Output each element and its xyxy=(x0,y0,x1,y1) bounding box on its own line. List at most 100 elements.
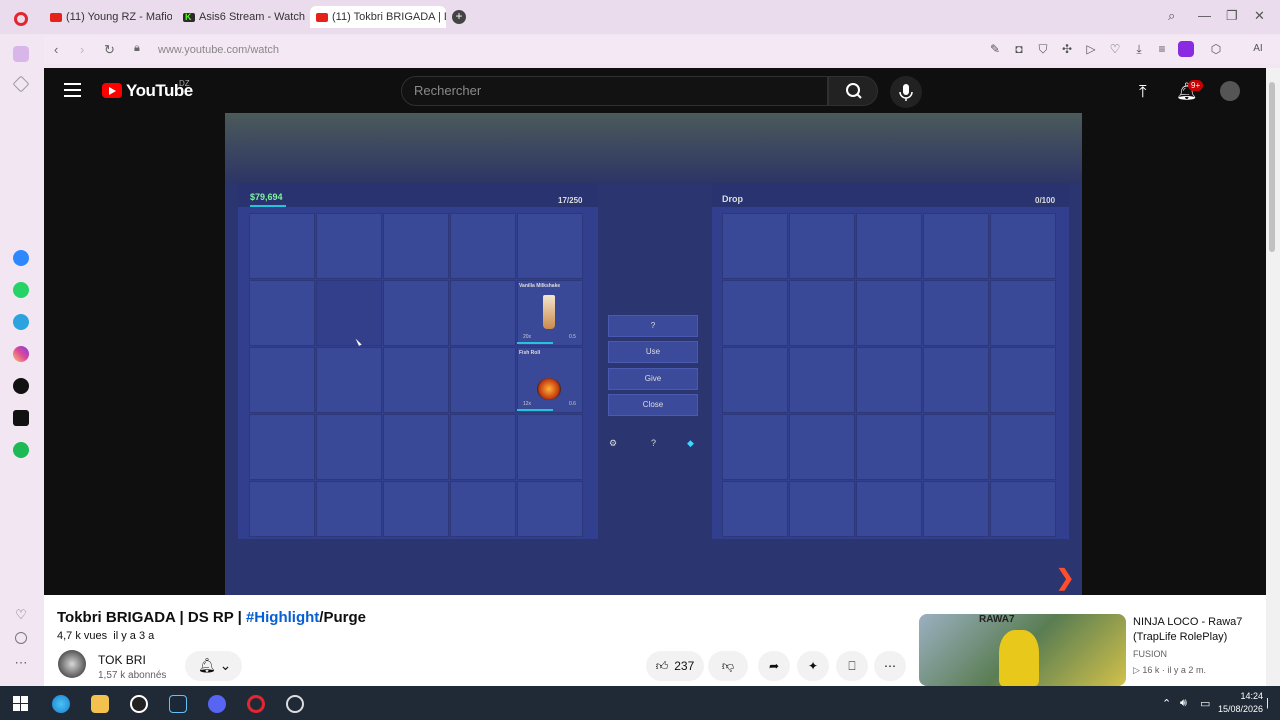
drop-slot[interactable] xyxy=(856,347,922,413)
instagram-icon[interactable] xyxy=(13,346,29,362)
drop-slot[interactable] xyxy=(990,414,1056,480)
extension-icon[interactable]: ✣ xyxy=(1060,42,1074,56)
inventory-slot[interactable] xyxy=(249,347,315,413)
scrollbar-thumb[interactable] xyxy=(1269,82,1275,252)
recommended-channel[interactable]: FUSION xyxy=(1133,649,1167,659)
tab-tokbri-brigada[interactable]: (11) Tokbri BRIGADA | DS xyxy=(310,6,446,28)
messenger-icon[interactable] xyxy=(13,250,29,266)
whatsapp-icon[interactable] xyxy=(13,282,29,298)
context-give-button[interactable]: Give xyxy=(608,368,698,390)
drop-slot[interactable] xyxy=(856,414,922,480)
spotify-icon[interactable] xyxy=(13,442,29,458)
share-button[interactable]: ➦ xyxy=(758,651,790,681)
inventory-slot[interactable] xyxy=(383,481,449,537)
drop-slot[interactable] xyxy=(789,347,855,413)
subscription-bell-button[interactable]: 🔔︎ ⌄ xyxy=(185,651,242,681)
drop-slot[interactable] xyxy=(722,213,788,279)
camera-icon[interactable]: ◘ xyxy=(1012,42,1026,56)
heart-icon[interactable]: ♡ xyxy=(13,608,29,624)
shield-icon[interactable]: ⛉ xyxy=(1036,42,1050,56)
more-actions-button[interactable]: ⋯ xyxy=(874,651,906,681)
speed-dial-icon[interactable] xyxy=(12,75,30,93)
discord-icon[interactable] xyxy=(208,695,226,713)
inventory-slot[interactable] xyxy=(316,414,382,480)
more-icon[interactable]: ⋯ xyxy=(13,656,29,672)
drop-slot[interactable] xyxy=(722,481,788,537)
drop-slot[interactable] xyxy=(923,280,989,346)
tiktok-icon[interactable] xyxy=(13,378,29,394)
drop-slot[interactable] xyxy=(923,347,989,413)
ask-button[interactable]: ✦ xyxy=(797,651,829,681)
back-icon[interactable]: ‹ xyxy=(54,42,58,57)
drop-slot[interactable] xyxy=(789,414,855,480)
inventory-slot[interactable] xyxy=(316,280,382,346)
play-icon[interactable]: ▷ xyxy=(1084,42,1098,56)
drop-slot[interactable] xyxy=(923,481,989,537)
network-icon[interactable]: ▭ xyxy=(1200,697,1210,710)
edge-icon[interactable] xyxy=(52,695,70,713)
history-icon[interactable] xyxy=(15,632,27,644)
inventory-slot[interactable] xyxy=(450,280,516,346)
opera-menu-icon[interactable] xyxy=(14,12,28,26)
inventory-slot[interactable] xyxy=(249,213,315,279)
inventory-slot[interactable] xyxy=(249,481,315,537)
reload-icon[interactable]: ↻ xyxy=(104,42,115,58)
menu-list-icon[interactable]: ≡ xyxy=(1155,42,1169,56)
upload-icon[interactable]: ⤒ xyxy=(1139,82,1147,102)
drop-slot[interactable] xyxy=(789,213,855,279)
context-help-button[interactable]: ? xyxy=(608,315,698,337)
opera-icon[interactable] xyxy=(247,695,265,713)
hashtag-link[interactable]: #Highlight xyxy=(246,609,319,626)
inventory-slot[interactable] xyxy=(249,280,315,346)
voice-search-button[interactable] xyxy=(890,76,922,108)
home-icon[interactable] xyxy=(13,46,29,62)
telegram-icon[interactable] xyxy=(13,314,29,330)
dislike-button[interactable]: 👎︎ xyxy=(708,651,748,681)
inventory-slot[interactable] xyxy=(383,414,449,480)
restore-icon[interactable]: ❐ xyxy=(1226,8,1238,24)
drop-slot[interactable] xyxy=(990,213,1056,279)
drop-slot[interactable] xyxy=(856,213,922,279)
system-clock[interactable]: 14:24 15/08/2026 xyxy=(1218,690,1263,716)
save-button[interactable]: ⎕ xyxy=(836,651,868,681)
drop-slot[interactable] xyxy=(990,481,1056,537)
context-use-button[interactable]: Use xyxy=(608,341,698,363)
inventory-slot[interactable] xyxy=(383,347,449,413)
edit-icon[interactable]: ✎ xyxy=(988,42,1002,56)
address-input[interactable]: www.youtube.com/watch xyxy=(158,44,279,56)
tab-asis6-stream[interactable]: Asis6 Stream - Watch Live xyxy=(177,6,307,28)
file-explorer-icon[interactable] xyxy=(91,695,109,713)
inventory-slot[interactable] xyxy=(517,481,583,537)
recommended-thumbnail[interactable]: RAWA7 xyxy=(919,614,1126,686)
context-close-button[interactable]: Close xyxy=(608,394,698,416)
account-avatar[interactable] xyxy=(1220,81,1240,101)
channel-avatar[interactable] xyxy=(58,650,86,678)
drop-slot[interactable] xyxy=(990,280,1056,346)
new-tab-button[interactable]: + xyxy=(452,10,466,24)
tab-young-rz[interactable]: (11) Young RZ - Mafiosa xyxy=(44,6,172,28)
ai-button[interactable]: AI xyxy=(1246,42,1270,56)
inventory-slot[interactable] xyxy=(249,414,315,480)
drop-slot[interactable] xyxy=(923,213,989,279)
channel-name[interactable]: TOK BRI xyxy=(98,653,146,667)
menu-icon[interactable] xyxy=(64,83,81,97)
cube-icon[interactable]: ⬡ xyxy=(1209,42,1223,56)
drop-slot[interactable] xyxy=(990,347,1056,413)
drop-slot[interactable] xyxy=(722,347,788,413)
inventory-slot[interactable] xyxy=(316,213,382,279)
tray-chevron-icon[interactable]: ⌃ xyxy=(1162,697,1171,710)
profile-icon[interactable] xyxy=(1178,41,1194,57)
drop-slot[interactable] xyxy=(856,481,922,537)
heart-icon[interactable]: ♡ xyxy=(1108,42,1122,56)
tab-search-icon[interactable]: ⌕ xyxy=(1168,8,1175,24)
search-input[interactable] xyxy=(414,83,814,98)
inventory-slot[interactable] xyxy=(450,347,516,413)
video-player[interactable]: $79,694 17/250 Vanilla Milkshake 20x 0.5… xyxy=(225,113,1082,596)
inventory-slot[interactable] xyxy=(316,347,382,413)
help-button[interactable]: ? xyxy=(651,438,656,448)
inventory-slot[interactable] xyxy=(450,213,516,279)
inventory-slot[interactable] xyxy=(517,213,583,279)
volume-icon[interactable]: 🔊︎ xyxy=(1180,697,1187,710)
drop-slot[interactable] xyxy=(923,414,989,480)
drop-slot[interactable] xyxy=(789,481,855,537)
